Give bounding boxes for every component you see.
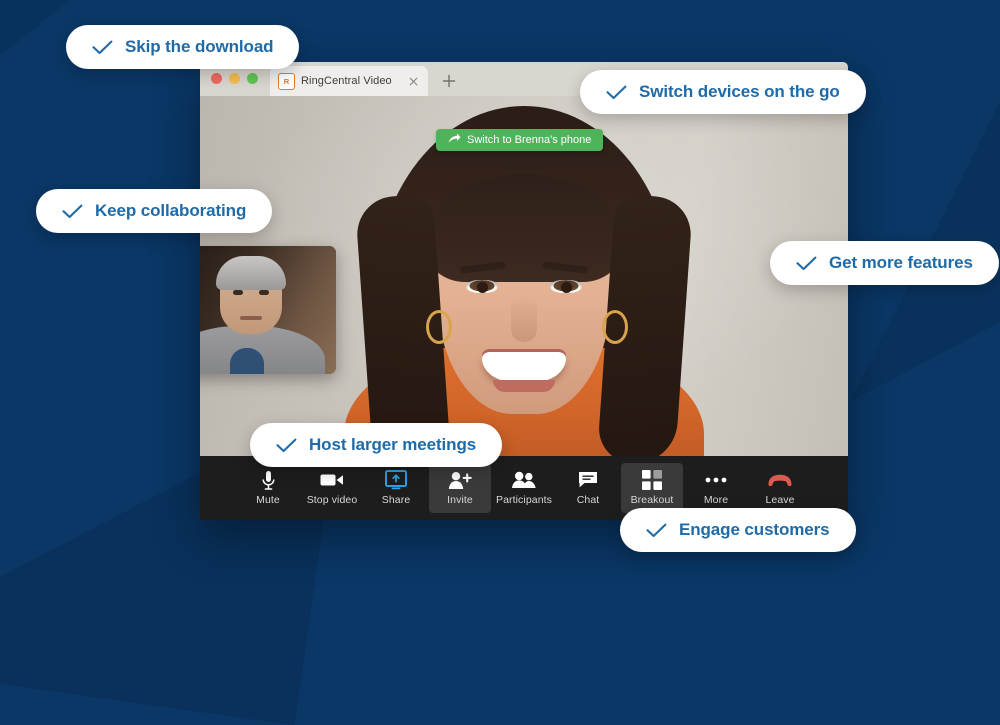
switch-device-banner-text: Switch to Brenna's phone	[467, 134, 592, 146]
close-window-button[interactable]	[211, 73, 222, 84]
feature-pill-get-more-features[interactable]: Get more features	[770, 241, 999, 285]
grid-icon	[642, 470, 662, 491]
feature-pill-switch-devices-on-the-go[interactable]: Switch devices on the go	[580, 70, 866, 114]
feature-pill-label: Engage customers	[679, 520, 830, 539]
video-stage: Switch to Brenna's phone	[200, 96, 848, 456]
toolbar-button-mute[interactable]: Mute	[237, 463, 299, 513]
browser-tab[interactable]: R RingCentral Video	[270, 66, 428, 96]
toolbar-button-stop-video[interactable]: Stop video	[301, 463, 363, 513]
feature-pill-label: Keep collaborating	[95, 201, 247, 220]
feature-pill-label: Switch devices on the go	[639, 82, 840, 101]
toolbar-label-invite: Invite	[447, 494, 473, 507]
toolbar-button-invite[interactable]: Invite	[429, 463, 491, 513]
toolbar-label-stop-video: Stop video	[306, 494, 358, 507]
feature-pill-keep-collaborating[interactable]: Keep collaborating	[36, 189, 273, 233]
toolbar-button-leave[interactable]: Leave	[749, 463, 811, 513]
ellipsis-icon	[705, 470, 727, 490]
minimize-window-button[interactable]	[229, 73, 240, 84]
toolbar-label-more: More	[703, 494, 729, 507]
switch-device-banner[interactable]: Switch to Brenna's phone	[436, 129, 604, 151]
feature-pill-label: Host larger meetings	[309, 435, 477, 454]
check-icon	[62, 204, 83, 219]
chat-bubble-icon	[578, 470, 598, 490]
toolbar-button-more[interactable]: More	[685, 463, 747, 513]
toolbar-label-participants: Participants	[495, 494, 553, 507]
close-icon[interactable]	[407, 75, 420, 88]
window-traffic-lights[interactable]	[211, 73, 258, 84]
toolbar-label-breakout: Breakout	[630, 494, 674, 507]
maximize-window-button[interactable]	[247, 73, 258, 84]
share-arrow-icon	[448, 133, 461, 147]
screen-share-icon	[385, 470, 407, 490]
feature-pill-host-larger-meetings[interactable]: Host larger meetings	[250, 423, 503, 467]
feature-pill-skip-the-download[interactable]: Skip the download	[66, 25, 300, 69]
check-icon	[796, 256, 817, 271]
check-icon	[92, 40, 113, 55]
toolbar-label-chat: Chat	[576, 494, 600, 507]
check-icon	[276, 438, 297, 453]
toolbar-label-share: Share	[381, 494, 411, 507]
toolbar-button-participants[interactable]: Participants	[493, 463, 555, 513]
toolbar-button-breakout[interactable]: Breakout	[621, 463, 683, 513]
hangup-icon	[767, 470, 793, 490]
toolbar-label-leave: Leave	[765, 494, 795, 507]
toolbar-button-share[interactable]: Share	[365, 463, 427, 513]
self-view-thumbnail[interactable]	[200, 246, 336, 374]
people-icon	[511, 470, 537, 490]
feature-pill-label: Get more features	[829, 253, 973, 272]
feature-pill-label: Skip the download	[125, 37, 274, 56]
camera-icon	[320, 470, 344, 490]
microphone-icon	[261, 470, 276, 490]
check-icon	[646, 523, 667, 538]
ringcentral-favicon-icon: R	[278, 72, 295, 90]
browser-tab-title: RingCentral Video	[301, 75, 392, 87]
feature-pill-engage-customers[interactable]: Engage customers	[620, 508, 856, 552]
toolbar-button-chat[interactable]: Chat	[557, 463, 619, 513]
svg-text:R: R	[284, 77, 290, 86]
plus-icon[interactable]	[440, 72, 458, 90]
person-add-icon	[448, 470, 472, 490]
toolbar-label-mute: Mute	[256, 494, 280, 507]
check-icon	[606, 85, 627, 100]
